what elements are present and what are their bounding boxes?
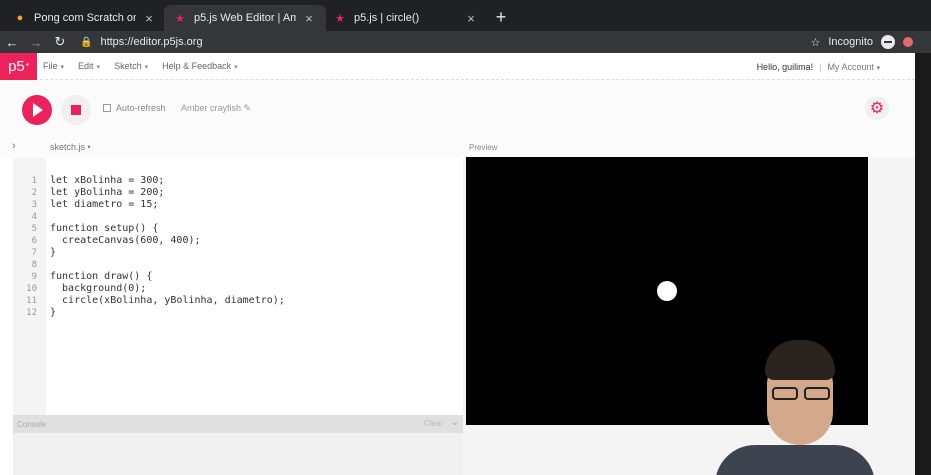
preview-label: Preview [469,143,498,152]
tab-p5-editor[interactable]: ★ p5.js Web Editor | Amber crayfi × [164,5,326,31]
line-number: 9 [31,272,37,282]
unsaved-dot-icon: • [85,142,91,152]
menu-label: Sketch [114,61,142,71]
file-tab: sketch.js • [50,142,91,152]
tab-title: p5.js | circle() [354,12,420,24]
menu-bar: File ▾ Edit ▾ Sketch ▾ Help & Feedback ▾ [43,61,238,71]
code-editor[interactable]: let xBolinha = 300; let yBolinha = 200; le… [46,158,463,415]
logo-text: p5 [8,57,25,75]
settings-gear-icon[interactable]: ⚙ [865,96,889,120]
menu-label: Help & Feedback [162,61,232,71]
greeting-text: Hello, guilima! [756,61,814,72]
console-panel: Console Clear ⌄ [13,415,463,475]
incognito-label: Incognito [828,36,873,48]
editor-nav: p5 * File ▾ Edit ▾ Sketch ▾ Help & Feedback ▾… [0,52,915,80]
code-line: function setup() { [50,223,159,234]
console-header: Console Clear ⌄ [13,415,463,433]
line-number: 1 [31,176,37,186]
line-number: 12 [26,308,37,318]
caret-down-icon: ▾ [876,64,880,72]
auto-refresh-checkbox[interactable] [103,104,111,112]
menu-help[interactable]: Help & Feedback ▾ [162,61,238,71]
tab-p5-circle[interactable]: ★ p5.js | circle() × [324,5,488,31]
caret-down-icon: ▾ [96,64,101,71]
window-edge [915,53,931,475]
line-number: 11 [26,296,37,306]
reload-icon[interactable]: ↻ [48,34,72,50]
menu-file[interactable]: File ▾ [43,61,64,71]
tab-title: p5.js Web Editor | Amber crayfi [194,12,296,24]
menu-edit[interactable]: Edit ▾ [78,61,100,71]
scratch-icon: ● [16,12,24,24]
new-tab-button[interactable]: + [491,7,511,28]
code-line: } [50,247,57,258]
lock-icon: 🔒 [80,36,93,48]
sketch-toolbar: Auto-refresh Amber crayfish ✎ ⚙ [0,80,915,136]
extension-icon[interactable] [903,37,913,47]
incognito-icon[interactable] [881,35,895,49]
line-number: 6 [31,236,37,246]
presenter-webcam [715,335,875,475]
code-line: } [50,307,57,318]
chevron-down-icon[interactable]: ⌄ [451,417,459,428]
menu-label: File [43,61,58,71]
caret-down-icon: ▾ [144,64,149,71]
close-icon[interactable]: × [302,11,316,26]
pencil-icon: ✎ [243,103,252,113]
project-name-text: Amber crayfish [181,103,242,113]
code-line: let diametro = 15; [50,199,159,210]
menu-label: Edit [78,61,94,71]
tab-title: Pong com Scratch on Scratch [34,12,136,24]
asterisk-icon: * [25,61,29,71]
line-number: 8 [31,260,37,270]
circle-ball [657,281,677,301]
close-icon[interactable]: × [464,11,478,26]
p5-logo[interactable]: p5 * [0,52,37,80]
code-line: createCanvas(600, 400); [50,235,201,246]
bookmark-star-icon[interactable]: ☆ [810,36,820,49]
line-number: 4 [31,212,37,222]
auto-refresh-label: Auto-refresh [116,103,166,113]
code-line: background(0); [50,283,147,294]
play-button[interactable] [22,95,52,125]
editor-header: › sketch.js • Preview [0,136,915,158]
url-text: https://editor.p5js.org [100,36,203,48]
close-icon[interactable]: × [142,11,156,26]
line-number: 10 [26,284,37,294]
code-line: let xBolinha = 300; [50,175,165,186]
caret-down-icon: ▾ [234,64,238,71]
auto-refresh-toggle[interactable]: Auto-refresh [103,103,166,113]
tab-scratch[interactable]: ● Pong com Scratch on Scratch × [4,5,166,31]
code-line: let yBolinha = 200; [50,187,165,198]
glasses-icon [770,387,832,401]
presenter-shirt [715,445,875,475]
code-line: circle(xBolinha, yBolinha, diametro); [50,295,285,306]
account-label: My Account [827,61,874,72]
address-bar[interactable]: 🔒 https://editor.p5js.org [80,36,203,48]
browser-tab-strip: ● Pong com Scratch on Scratch × ★ p5.js … [0,0,931,31]
browser-toolbar: ← → ↻ 🔒 https://editor.p5js.org ☆ Incogn… [0,31,931,53]
line-number: 2 [31,188,37,198]
line-number: 3 [31,200,37,210]
presenter-hair [765,340,835,380]
forward-arrow-icon[interactable]: → [24,35,48,50]
p5-star-icon: ★ [335,12,345,25]
console-label: Console [17,419,47,429]
console-clear-button[interactable]: Clear [424,419,443,428]
line-number: 5 [31,224,37,234]
divider: | [819,61,822,72]
line-number: 7 [31,248,37,258]
stop-button[interactable] [61,95,91,125]
project-name[interactable]: Amber crayfish ✎ [181,103,251,114]
menu-sketch[interactable]: Sketch ▾ [114,61,148,71]
p5-star-icon: ★ [175,12,185,25]
back-arrow-icon[interactable]: ← [0,35,24,50]
code-line: function draw() { [50,271,153,282]
caret-down-icon: ▾ [60,64,65,71]
chevron-right-icon[interactable]: › [12,140,16,152]
my-account-menu[interactable]: My Account ▾ [827,62,880,72]
file-name: sketch.js [50,142,86,152]
